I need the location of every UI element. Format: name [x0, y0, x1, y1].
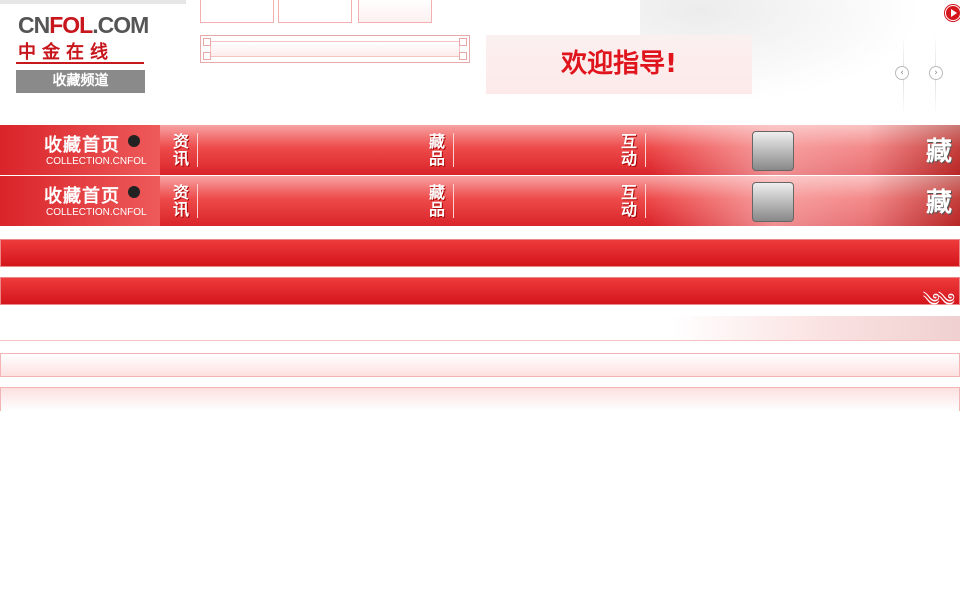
corner-ornament	[459, 38, 467, 46]
top-tab-3[interactable]	[358, 0, 432, 23]
top-tab-1[interactable]	[200, 0, 274, 23]
prev-arrow-icon[interactable]: ‹	[895, 66, 909, 80]
section-bar	[0, 353, 960, 377]
logo-top-strip	[0, 0, 186, 4]
nav-item-news[interactable]: 资 讯	[173, 133, 191, 167]
nav-home-link[interactable]: 收藏首页 COLLECTION.CNFOL	[0, 125, 160, 175]
nav-separator	[197, 184, 198, 218]
top-tab-2[interactable]	[278, 0, 352, 23]
brand-suffix: .COM	[92, 12, 149, 38]
nav-item-collectibles[interactable]: 藏 品	[429, 184, 447, 218]
brush-icon	[128, 186, 140, 198]
nav-home-link[interactable]: 收藏首页 COLLECTION.CNFOL	[0, 176, 160, 226]
nav-item-interact[interactable]: 互 动	[621, 133, 639, 167]
corner-ornament	[203, 52, 211, 60]
nav-item-news[interactable]: 资 讯	[173, 184, 191, 218]
nav-separator	[453, 184, 454, 218]
brand-cn-name: 中金在线	[18, 42, 114, 63]
nav-char: 讯	[173, 149, 190, 168]
search-box[interactable]	[200, 35, 470, 63]
brush-icon	[128, 135, 140, 147]
nav-big-char: 藏	[926, 188, 953, 218]
play-icon[interactable]	[945, 5, 960, 21]
search-input[interactable]	[210, 41, 460, 57]
nav-home-label: 收藏首页	[44, 186, 120, 207]
nav-char: 动	[621, 149, 638, 168]
collection-icon	[752, 131, 794, 171]
nav-item-interact[interactable]: 互 动	[621, 184, 639, 218]
nav-home-label: 收藏首页	[44, 135, 120, 156]
nav-scenery	[650, 176, 960, 226]
nav-char: 讯	[173, 200, 190, 219]
logo-underline	[16, 62, 144, 64]
nav-home-sub: COLLECTION.CNFOL	[46, 156, 147, 167]
channel-label[interactable]: 收藏频道	[16, 70, 145, 93]
section-bar	[0, 387, 960, 411]
nav-home-sub: COLLECTION.CNFOL	[46, 207, 147, 218]
nav-char: 品	[429, 200, 446, 219]
nav-item-collectibles[interactable]: 藏 品	[429, 133, 447, 167]
nav-separator	[197, 133, 198, 167]
petal-divider	[0, 316, 960, 341]
nav-big-char: 藏	[926, 137, 953, 167]
nav-scenery	[650, 125, 960, 175]
nav-separator	[645, 184, 646, 218]
nav-char: 品	[429, 149, 446, 168]
section-header-bar	[0, 239, 960, 267]
brand-mid: FOL	[49, 12, 93, 38]
nav-separator	[453, 133, 454, 167]
section-header-bar: ༄༄	[0, 277, 960, 311]
collection-icon	[752, 182, 794, 222]
welcome-banner: 欢迎指导!	[486, 35, 752, 94]
next-arrow-icon[interactable]: ›	[929, 66, 943, 80]
nav-separator	[645, 133, 646, 167]
brand-wordmark: CNFOL.COM	[18, 12, 149, 39]
corner-ornament	[459, 52, 467, 60]
brand-prefix: CN	[18, 12, 50, 38]
main-nav-bar: 收藏首页 COLLECTION.CNFOL 资 讯 藏 品 互 动 藏	[0, 125, 960, 175]
nav-char: 动	[621, 200, 638, 219]
main-nav-bar: 收藏首页 COLLECTION.CNFOL 资 讯 藏 品 互 动 藏	[0, 176, 960, 226]
corner-ornament	[203, 38, 211, 46]
site-logo[interactable]: CNFOL.COM 中金在线 收藏频道	[0, 0, 186, 120]
